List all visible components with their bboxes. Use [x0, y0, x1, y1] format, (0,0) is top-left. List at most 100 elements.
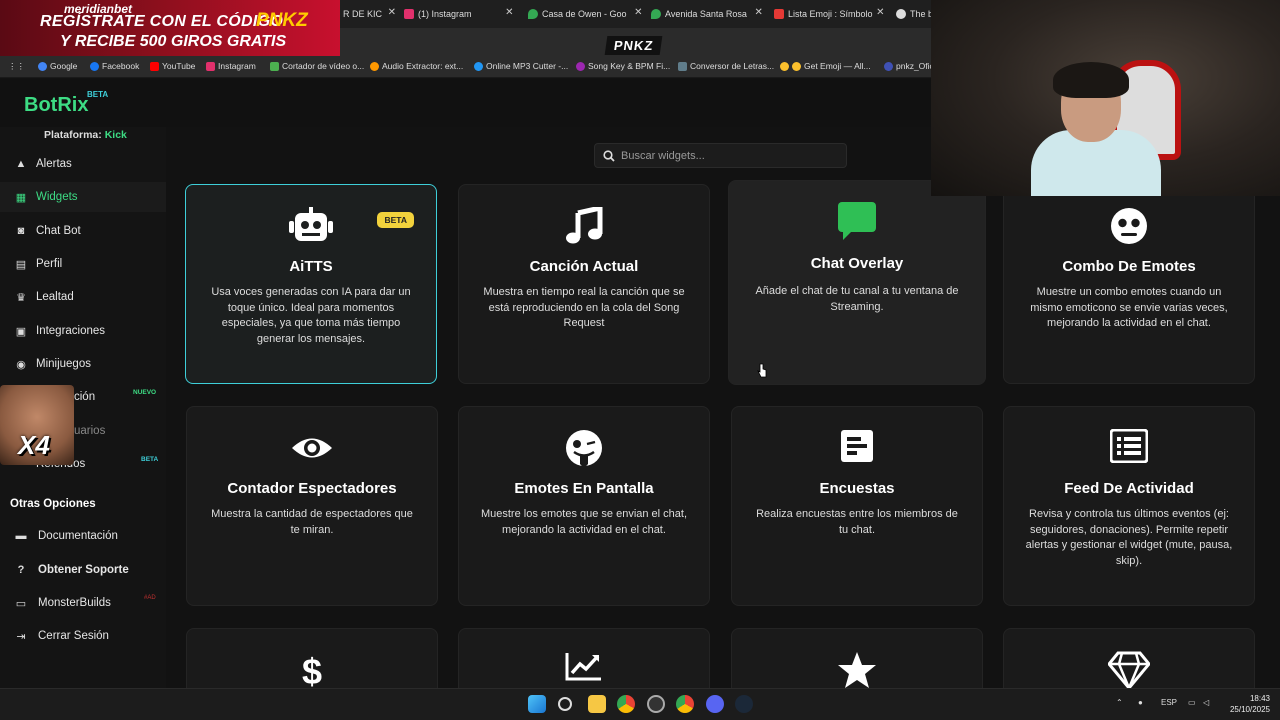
widget-search[interactable]: [594, 143, 847, 168]
browser-tab[interactable]: (1) Instagram ✕: [404, 6, 514, 22]
tab-label: (1) Instagram: [418, 9, 472, 19]
widget-card-chat-overlay[interactable]: Chat Overlay Añade el chat de tu canal a…: [728, 180, 986, 385]
widget-card-encuestas[interactable]: Encuestas Realiza encuestas entre los mi…: [731, 406, 983, 606]
sidebar-item-label: Integraciones: [36, 325, 106, 337]
sidebar-item-label: Minijuegos: [36, 358, 91, 370]
star-icon: [732, 651, 982, 689]
file-explorer-icon[interactable]: [588, 695, 606, 713]
help-icon: ?: [17, 564, 25, 576]
tongue-emoji-icon: [459, 429, 709, 467]
sidebar-item-label: ción: [74, 391, 96, 403]
chrome-profile-icon[interactable]: [676, 695, 694, 713]
bookmark-facebook[interactable]: Facebook: [90, 61, 139, 71]
widget-card-estadisticas[interactable]: [458, 628, 710, 688]
monitor-icon: ▭: [15, 597, 27, 610]
sidebar-item-minijuegos[interactable]: ◉ Minijuegos: [0, 349, 166, 379]
system-clock[interactable]: 18:43 25/10/2025: [1224, 693, 1270, 715]
widget-card-donaciones[interactable]: $: [186, 628, 438, 689]
new-badge: NUEVO: [133, 389, 157, 396]
search-input[interactable]: [621, 149, 831, 162]
close-icon[interactable]: ✕: [388, 7, 396, 18]
bookmark-label: pnkz_Ofic: [896, 61, 934, 71]
widget-description: Revisa y controla tus últimos eventos (e…: [1025, 508, 1233, 567]
sidebar-item-cerrar-sesion[interactable]: ⇥ Cerrar Sesión: [14, 624, 109, 648]
windows-start-icon[interactable]: [528, 695, 546, 713]
os-taskbar: [0, 688, 1280, 720]
close-icon[interactable]: ✕: [505, 7, 513, 18]
widget-description: Añade el chat de tu canal a tu ventana d…: [755, 285, 959, 313]
volume-icon[interactable]: ◁: [1203, 698, 1209, 707]
bookmark-cortador[interactable]: Cortador de vídeo o...: [270, 61, 364, 71]
app-logo[interactable]: BotRix: [24, 94, 88, 117]
video-cut-icon: [270, 61, 279, 71]
bookmark-mp3-cutter[interactable]: Online MP3 Cutter -...: [474, 61, 568, 71]
bookmark-label: Conversor de Letras...: [690, 61, 775, 71]
robot-icon: ◙: [17, 225, 25, 237]
ad-code: PNKZ: [256, 10, 308, 31]
bookmark-label: Get Emoji — All...: [804, 61, 871, 71]
bookmark-pnkz[interactable]: pnkz_Ofic: [884, 61, 934, 71]
sidebar-item-soporte[interactable]: ? Obtener Soporte: [14, 558, 129, 582]
sidebar-item-label: Lealtad: [36, 291, 74, 303]
id-card-icon: ▤: [15, 258, 27, 271]
text-icon: [678, 61, 687, 71]
bookmark-youtube[interactable]: YouTube: [150, 61, 195, 71]
chrome-icon[interactable]: [617, 695, 635, 713]
bookmark-label: Facebook: [102, 61, 140, 71]
emoji-icon: [792, 61, 801, 71]
warning-icon: ▲: [15, 158, 27, 170]
microphone-icon[interactable]: ●: [1138, 698, 1143, 707]
discord-icon[interactable]: [706, 695, 724, 713]
other-options-heading: Otras Opciones: [10, 498, 96, 510]
obs-icon[interactable]: [647, 695, 665, 713]
sidebar-item-documentacion[interactable]: ▬ Documentación: [14, 524, 118, 548]
sidebar-item-alertas[interactable]: ▲ Alertas: [0, 149, 166, 179]
facebook-icon: [90, 61, 99, 71]
widget-card-aitts[interactable]: BETA AiTTS Usa voces generadas con IA pa…: [185, 184, 437, 384]
sidebar-item-lealtad[interactable]: ♛ Lealtad: [0, 282, 166, 312]
widget-description: Realiza encuestas entre los miembros de …: [756, 508, 958, 536]
sidebar-item-widgets[interactable]: ▦ Widgets: [0, 182, 166, 212]
close-icon[interactable]: ✕: [755, 7, 763, 18]
close-icon[interactable]: ✕: [634, 7, 642, 18]
platform-label: Plataforma: Kick: [44, 129, 127, 141]
language-indicator[interactable]: ESP: [1161, 698, 1177, 707]
bookmark-get-emoji[interactable]: Get Emoji — All...: [780, 61, 871, 71]
sidebar-item-integraciones[interactable]: ▣ Integraciones: [0, 316, 166, 346]
widget-card-combo-emotes[interactable]: Combo De Emotes Muestre un combo emotes …: [1003, 184, 1255, 384]
ad-subline: Y RECIBE 500 GIROS GRATIS: [60, 33, 287, 50]
widget-card-contador-espectadores[interactable]: Contador Espectadores Muestra la cantida…: [186, 406, 438, 606]
close-icon[interactable]: ✕: [876, 7, 884, 18]
sidebar-item-chat-bot[interactable]: ◙ Chat Bot: [0, 216, 166, 246]
widget-card-feed-actividad[interactable]: Feed De Actividad Revisa y controla tus …: [1003, 406, 1255, 606]
sidebar-item-monsterbuilds[interactable]: ▭ MonsterBuilds: [14, 591, 111, 615]
network-icon[interactable]: ▭: [1188, 698, 1196, 707]
apps-grid-icon[interactable]: ⋮⋮: [8, 61, 25, 72]
widget-card-suscripciones[interactable]: [1003, 628, 1255, 689]
bookmark-song-key[interactable]: Song Key & BPM Fi...: [576, 61, 670, 71]
bookmark-audio-extractor[interactable]: Audio Extractor: ext...: [370, 61, 463, 71]
widget-card-emotes-en-pantalla[interactable]: Emotes En Pantalla Muestre los emotes qu…: [458, 406, 710, 606]
chart-icon: [459, 651, 709, 689]
browser-tab[interactable]: Casa de Owen - Goo ✕: [528, 6, 643, 22]
promo-banner[interactable]: meridianbet REGÍSTRATE CON EL CÓDIGO PNK…: [0, 0, 340, 56]
steam-icon[interactable]: [735, 695, 753, 713]
browser-tab[interactable]: R DE KIC ✕: [343, 6, 396, 22]
widget-title: Encuestas: [819, 480, 895, 497]
ad-headline: REGÍSTRATE CON EL CÓDIGO: [40, 13, 284, 30]
bookmark-conversor[interactable]: Conversor de Letras...: [678, 61, 774, 71]
clock-date: 25/10/2025: [1229, 705, 1270, 714]
bookmark-google[interactable]: Google: [38, 61, 77, 71]
widget-description: Usa voces generadas con IA para dar un t…: [211, 286, 411, 345]
bookmark-instagram[interactable]: Instagram: [206, 61, 256, 71]
emote-multiplier: X4: [18, 430, 50, 460]
browser-tab[interactable]: Avenida Santa Rosa ✕: [651, 6, 763, 22]
sidebar-item-perfil[interactable]: ▤ Perfil: [0, 249, 166, 279]
search-icon[interactable]: [558, 697, 572, 711]
chevron-up-icon[interactable]: ⌃: [1116, 698, 1123, 707]
browser-tab[interactable]: Lista Emoji : Símbolo ✕: [774, 6, 885, 22]
map-pin-icon: [651, 9, 661, 19]
widget-card-cancion-actual[interactable]: Canción Actual Muestra en tiempo real la…: [458, 184, 710, 384]
widget-card-destacados[interactable]: [731, 628, 983, 688]
sidebar-item-label: Alertas: [36, 158, 72, 170]
